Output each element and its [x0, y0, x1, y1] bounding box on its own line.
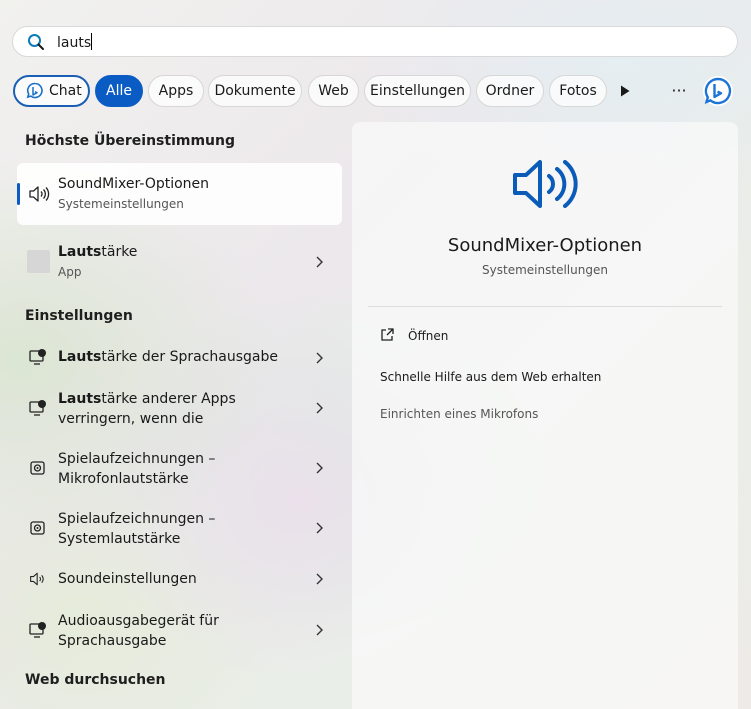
title-rest: tärke der Sprachausgabe — [101, 349, 278, 365]
app-result-lautstaerke[interactable]: Lautstärke App — [17, 236, 342, 288]
app-title-match: Lauts — [58, 244, 102, 260]
more-options-label: ··· — [671, 81, 687, 100]
chip-chat[interactable]: Chat — [13, 75, 90, 107]
detail-title: SoundMixer-Optionen — [447, 235, 643, 256]
settings-item-audioausgabegeraet[interactable]: Audioausgabegerät für Sprachausgabe — [17, 606, 342, 654]
settings-item-title: Audioausgabegerät für — [58, 613, 219, 629]
app-title-rest: tärke — [101, 244, 138, 260]
match-highlight: Lauts — [58, 391, 102, 407]
quick-help-link[interactable]: Schnelle Hilfe aus dem Web erhalten — [380, 370, 601, 384]
chevron-right-icon — [316, 573, 323, 585]
match-highlight: Lauts — [58, 349, 102, 365]
chip-web-label: Web — [318, 83, 349, 99]
search-input[interactable]: lauts — [57, 33, 93, 52]
chip-chat-label: Chat — [49, 83, 82, 99]
chip-apps-label: Apps — [158, 83, 194, 99]
selection-indicator — [17, 183, 20, 205]
speaker-icon — [29, 186, 50, 202]
title-rest: tärke anderer Apps — [101, 391, 236, 407]
divider — [368, 306, 722, 307]
best-match-title: SoundMixer-Optionen — [58, 176, 210, 192]
chip-fotos-label: Fotos — [559, 83, 597, 99]
app-placeholder-icon — [27, 250, 50, 273]
chip-dokumente[interactable]: Dokumente — [208, 75, 302, 107]
display-settings-icon — [29, 349, 46, 365]
chip-fotos[interactable]: Fotos — [549, 75, 607, 107]
game-capture-icon — [30, 461, 45, 475]
speaker-icon — [30, 572, 44, 586]
best-match-heading: Höchste Übereinstimmung — [25, 133, 235, 149]
best-match-item[interactable]: SoundMixer-Optionen Systemeinstellungen — [17, 163, 342, 225]
settings-item-mikrofonlautstaerke[interactable]: Spielaufzeichnungen – Mikrofonlautstärke — [17, 444, 342, 492]
settings-item-systemlautstaerke[interactable]: Spielaufzeichnungen – Systemlautstärke — [17, 504, 342, 552]
web-search-heading: Web durchsuchen — [25, 672, 166, 688]
text-caret — [91, 33, 93, 50]
detail-subtitle: Systemeinstellungen — [482, 263, 608, 277]
settings-heading: Einstellungen — [25, 308, 133, 324]
chip-alle-label: Alle — [106, 83, 132, 99]
search-query: lauts — [57, 35, 92, 51]
chevron-right-icon — [316, 522, 323, 534]
settings-item-title-line2: Sprachausgabe — [58, 633, 167, 649]
speaker-icon — [513, 160, 578, 208]
detail-panel: SoundMixer-Optionen Systemeinstellungen … — [352, 122, 738, 709]
display-settings-icon — [29, 400, 46, 416]
app-result-title: Lautstärke — [58, 242, 137, 262]
chevron-right-icon — [316, 624, 323, 636]
chevron-right-icon — [316, 402, 323, 414]
chip-einstellungen-label: Einstellungen — [370, 83, 465, 99]
chip-dokumente-label: Dokumente — [214, 83, 296, 99]
settings-item-title: Spielaufzeichnungen – — [58, 511, 216, 527]
microphone-setup-link[interactable]: Einrichten eines Mikrofons — [380, 407, 538, 421]
settings-item-sprachausgabe[interactable]: Lautstärke der Sprachausgabe — [17, 338, 342, 378]
settings-item-title: Soundeinstellungen — [58, 571, 197, 587]
chevron-right-icon — [316, 462, 323, 474]
chip-apps[interactable]: Apps — [148, 75, 204, 107]
chevron-right-icon — [316, 352, 323, 364]
settings-item-title-line2: Mikrofonlautstärke — [58, 471, 189, 487]
settings-item-andere-apps[interactable]: Lautstärke anderer Apps verringern, wenn… — [17, 384, 342, 432]
settings-item-title: Spielaufzeichnungen – — [58, 451, 216, 467]
open-action[interactable]: Öffnen — [378, 326, 718, 348]
settings-item-title: Lautstärke der Sprachausgabe — [58, 347, 278, 367]
chip-ordner[interactable]: Ordner — [476, 75, 544, 107]
display-settings-icon — [29, 622, 46, 638]
search-box[interactable]: lauts — [12, 26, 738, 57]
chip-web[interactable]: Web — [308, 75, 359, 107]
bing-icon[interactable] — [702, 75, 734, 107]
bing-chat-icon — [26, 82, 43, 99]
more-options-button[interactable]: ··· — [669, 81, 689, 101]
best-match-subtitle: Systemeinstellungen — [58, 197, 184, 211]
chevron-right-icon — [316, 256, 323, 268]
chip-ordner-label: Ordner — [485, 83, 535, 99]
game-capture-icon — [30, 521, 45, 535]
settings-item-title-line2: verringern, wenn die — [58, 411, 204, 427]
play-icon[interactable] — [620, 85, 630, 97]
settings-item-title-line2: Systemlautstärke — [58, 531, 181, 547]
app-result-subtitle: App — [58, 265, 82, 279]
filter-bar: Chat Alle Apps Dokumente Web Einstellung… — [13, 75, 743, 107]
settings-item-soundeinstellungen[interactable]: Soundeinstellungen — [17, 560, 342, 598]
settings-item-title: Lautstärke anderer Apps — [58, 389, 236, 409]
search-icon — [28, 34, 44, 50]
open-external-icon — [381, 328, 394, 341]
chip-alle[interactable]: Alle — [95, 75, 143, 107]
chip-einstellungen[interactable]: Einstellungen — [364, 75, 471, 107]
open-action-label: Öffnen — [408, 329, 449, 343]
